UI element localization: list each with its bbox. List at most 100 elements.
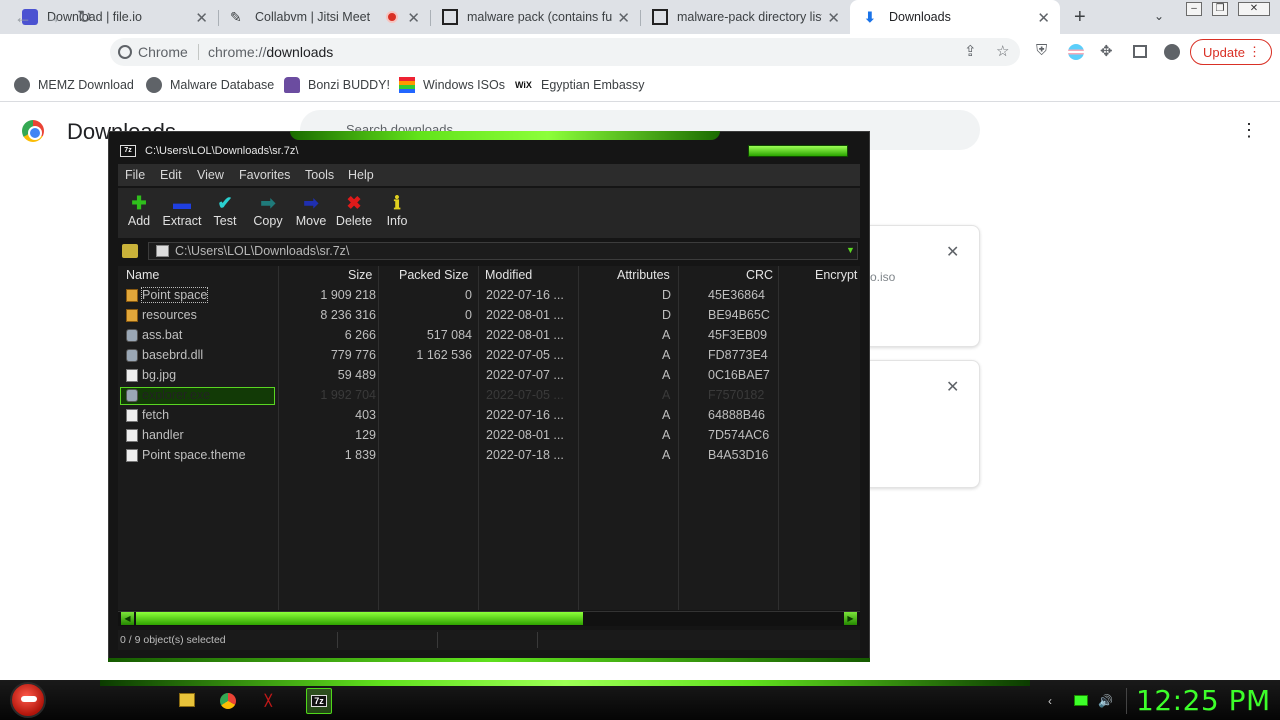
column-header-size[interactable]: Size	[348, 268, 372, 282]
column-header-encrypted[interactable]: Encrypt	[815, 268, 857, 282]
scrollbar-thumb[interactable]	[136, 612, 583, 625]
profile-avatar-icon[interactable]	[1164, 44, 1180, 60]
status-divider	[337, 632, 338, 648]
file-row[interactable]: handler 129 2022-08-01 ... A 7D574AC6	[118, 426, 860, 446]
extract-button[interactable]: ▬ Extract	[160, 192, 204, 228]
sevenzip-titlebar[interactable]: 7z C:\Users\LOL\Downloads\sr.7z\	[120, 145, 298, 157]
file-row[interactable]: basebrd.dll 779 776 1 162 536 2022-07-05 ..…	[118, 346, 860, 366]
cell-packed-size: 517 084	[426, 328, 472, 342]
network-icon[interactable]	[1074, 695, 1088, 706]
back-icon[interactable]: ←	[14, 7, 32, 28]
chrome-icon	[220, 693, 236, 709]
forward-icon[interactable]: →	[44, 7, 62, 28]
tab-search-chevron-icon[interactable]: ⌄	[1154, 9, 1164, 23]
omnibox-site-chip[interactable]: Chrome	[118, 44, 188, 60]
cell-size: 1 839	[344, 448, 376, 462]
tab-file-io[interactable]: Download | file.io ✕	[0, 0, 218, 34]
taskbar-app[interactable]: ╳	[261, 688, 287, 714]
bookmark-memz[interactable]: MEMZ Download	[14, 77, 134, 93]
bookmark-star-icon[interactable]: ☆	[996, 42, 1009, 60]
copy-button[interactable]: ➡ Copy	[246, 192, 290, 228]
tab-malware-pack[interactable]: malware pack (contains fuc ✕	[430, 0, 640, 34]
taskbar-app[interactable]	[174, 688, 200, 714]
close-icon[interactable]: ✕	[1037, 9, 1050, 27]
download-filename[interactable]: o.iso	[870, 270, 895, 284]
file-row[interactable]: resources 8 236 316 0 2022-08-01 ... D BE94B6…	[118, 306, 860, 326]
bookmark-malware-database[interactable]: Malware Database	[146, 77, 274, 93]
reload-icon[interactable]: ↻	[77, 7, 92, 28]
close-icon[interactable]: ✕	[617, 9, 630, 27]
new-tab-button[interactable]: +	[1074, 6, 1086, 29]
bookmark-windows-isos[interactable]: Windows ISOs	[399, 77, 505, 93]
test-button[interactable]: ✔ Test	[203, 192, 247, 228]
start-button-angry-bird-icon[interactable]	[10, 682, 46, 718]
tray-chevron-icon[interactable]: ‹	[1048, 694, 1052, 708]
menu-edit[interactable]: Edit	[160, 168, 182, 182]
info-icon: ℹ	[393, 193, 401, 213]
restore-button[interactable]: ❐	[1212, 2, 1228, 16]
column-header-name[interactable]: Name	[126, 268, 159, 282]
menu-help[interactable]: Help	[348, 168, 374, 182]
close-window-button[interactable]: ✕	[1238, 2, 1270, 16]
file-row[interactable]: fetch 403 2022-07-16 ... A 64888B46	[118, 406, 860, 426]
menu-tools[interactable]: Tools	[305, 168, 334, 182]
cell-crc: 7D574AC6	[708, 428, 770, 442]
add-button[interactable]: ✚ Add	[117, 192, 161, 228]
tab-malware-directory[interactable]: malware-pack directory list ✕	[640, 0, 850, 34]
extension-flag-icon[interactable]	[1068, 44, 1084, 60]
window-controls[interactable]	[748, 145, 848, 157]
feather-icon: ✎	[230, 9, 242, 25]
more-options-icon[interactable]: ⋮	[1240, 120, 1258, 141]
column-header-modified[interactable]: Modified	[485, 268, 532, 282]
share-icon[interactable]: ⇪	[964, 42, 977, 60]
scroll-left-icon[interactable]: ◀	[121, 612, 134, 625]
remove-download-icon[interactable]: ✕	[946, 377, 959, 397]
taskbar-clock[interactable]: 12:25 PM	[1136, 684, 1271, 717]
volume-icon[interactable]: 🔊	[1098, 694, 1113, 708]
side-panel-icon[interactable]	[1133, 45, 1147, 58]
info-button[interactable]: ℹ Info	[375, 192, 419, 228]
bookmark-egyptian-embassy[interactable]: WiX Egyptian Embassy	[515, 77, 645, 93]
taskbar-app-active[interactable]: 7z	[306, 688, 332, 714]
close-icon[interactable]: ✕	[407, 9, 420, 27]
minimize-button[interactable]: –	[1186, 2, 1202, 16]
copy-arrow-icon: ➡	[260, 193, 276, 213]
cell-size: 1 909 218	[320, 288, 376, 302]
file-row[interactable]: explorer.exe 1 992 704 2022-07-05 ... A F757…	[118, 386, 860, 406]
puzzle-extensions-icon[interactable]: ✥	[1100, 42, 1113, 60]
address-text: C:\Users\LOL\Downloads\sr.7z\	[175, 244, 350, 258]
column-header-crc[interactable]: CRC	[746, 268, 773, 282]
omnibox-url[interactable]: chrome://downloads	[208, 44, 333, 60]
close-icon[interactable]: ✕	[195, 9, 208, 27]
file-row[interactable]: Point space 1 909 218 0 2022-07-16 ... D 45E3…	[118, 286, 860, 306]
cell-name: basebrd.dll	[142, 348, 204, 362]
address-dropdown-icon[interactable]: ▼	[846, 245, 855, 255]
omnibox-divider	[198, 44, 199, 60]
tab-downloads[interactable]: ⬇ Downloads ✕	[850, 0, 1060, 34]
move-button[interactable]: ➡ Move	[289, 192, 333, 228]
menu-file[interactable]: File	[125, 168, 145, 182]
file-row[interactable]: ass.bat 6 266 517 084 2022-08-01 ... A 45F3EB…	[118, 326, 860, 346]
globe-icon	[14, 77, 30, 93]
tool-label: Copy	[253, 214, 283, 228]
bookmark-bonzi[interactable]: Bonzi BUDDY!	[284, 77, 390, 93]
folder-up-icon[interactable]	[122, 244, 138, 258]
status-divider	[437, 632, 438, 648]
close-icon[interactable]: ✕	[827, 9, 840, 27]
cell-size: 59 489	[337, 368, 376, 382]
ublock-shield-icon[interactable]: ⛨	[1036, 42, 1047, 59]
cell-modified: 2022-07-05 ...	[486, 348, 564, 362]
update-button[interactable]: Update ⋮	[1190, 39, 1272, 65]
bookmark-label: Egyptian Embassy	[541, 78, 645, 92]
tab-jitsi[interactable]: ✎ Collabvm | Jitsi Meet ✕	[218, 0, 430, 34]
menu-favorites[interactable]: Favorites	[239, 168, 290, 182]
scroll-right-icon[interactable]: ▶	[844, 612, 857, 625]
menu-view[interactable]: View	[197, 168, 224, 182]
column-header-attributes[interactable]: Attributes	[617, 268, 670, 282]
column-header-packed-size[interactable]: Packed Size	[399, 268, 468, 282]
remove-download-icon[interactable]: ✕	[946, 242, 959, 262]
delete-button[interactable]: ✖ Delete	[332, 192, 376, 228]
file-row[interactable]: bg.jpg 59 489 2022-07-07 ... A 0C16BAE7	[118, 366, 860, 386]
taskbar-app[interactable]	[215, 688, 241, 714]
file-row[interactable]: Point space.theme 1 839 2022-07-18 ... A B4A…	[118, 446, 860, 466]
